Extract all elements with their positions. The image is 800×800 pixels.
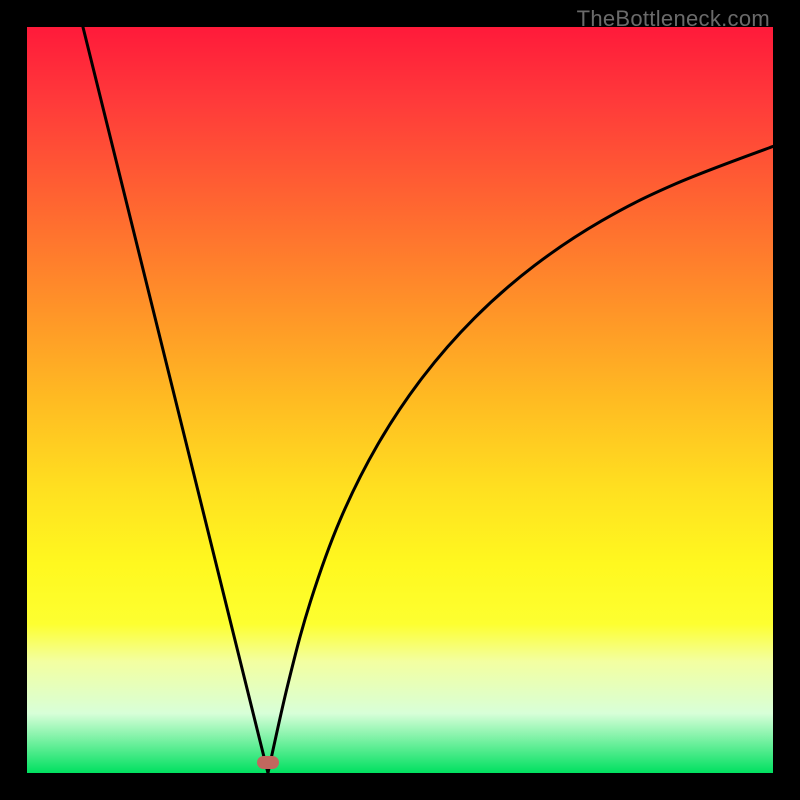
optimum-marker bbox=[257, 756, 279, 769]
gradient-plot-area bbox=[27, 27, 773, 773]
watermark-text: TheBottleneck.com bbox=[577, 6, 770, 32]
